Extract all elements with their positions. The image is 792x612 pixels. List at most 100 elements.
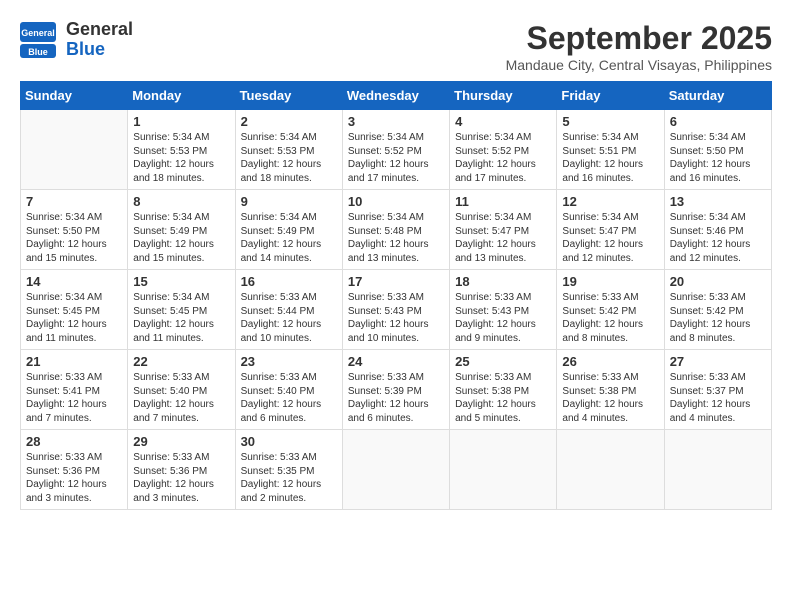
calendar-week-row: 28Sunrise: 5:33 AM Sunset: 5:36 PM Dayli… <box>21 430 772 510</box>
day-info: Sunrise: 5:34 AM Sunset: 5:48 PM Dayligh… <box>348 211 444 265</box>
calendar-cell: 19 Sunrise: 5:33 AM Sunset: 5:42 PM Dayli… <box>557 270 664 350</box>
day-info: Sunrise: 5:34 AM Sunset: 5:50 PM Dayligh… <box>670 131 766 185</box>
day-number: 23 <box>241 354 337 369</box>
calendar-cell <box>664 430 771 510</box>
calendar-week-row: 7 Sunrise: 5:34 AM Sunset: 5:50 PM Daylig… <box>21 190 772 270</box>
day-number: 5 <box>562 114 658 129</box>
calendar-cell <box>450 430 557 510</box>
day-number: 17 <box>348 274 444 289</box>
day-info: Sunrise: 5:33 AM Sunset: 5:40 PM Dayligh… <box>133 371 229 425</box>
day-number: 11 <box>455 194 551 209</box>
calendar-cell <box>21 110 128 190</box>
day-info: Sunrise: 5:33 AM Sunset: 5:43 PM Dayligh… <box>348 291 444 345</box>
weekday-header-thursday: Thursday <box>450 82 557 110</box>
day-number: 4 <box>455 114 551 129</box>
calendar-cell: 13 Sunrise: 5:34 AM Sunset: 5:46 PM Dayli… <box>664 190 771 270</box>
day-info: Sunrise: 5:34 AM Sunset: 5:50 PM Dayligh… <box>26 211 122 265</box>
weekday-header-tuesday: Tuesday <box>235 82 342 110</box>
calendar-cell: 20 Sunrise: 5:33 AM Sunset: 5:42 PM Dayli… <box>664 270 771 350</box>
calendar-cell: 23 Sunrise: 5:33 AM Sunset: 5:40 PM Dayli… <box>235 350 342 430</box>
day-number: 25 <box>455 354 551 369</box>
day-number: 12 <box>562 194 658 209</box>
day-info: Sunrise: 5:34 AM Sunset: 5:51 PM Dayligh… <box>562 131 658 185</box>
day-info: Sunrise: 5:34 AM Sunset: 5:49 PM Dayligh… <box>133 211 229 265</box>
day-info: Sunrise: 5:34 AM Sunset: 5:53 PM Dayligh… <box>241 131 337 185</box>
day-number: 2 <box>241 114 337 129</box>
logo-text: General Blue <box>66 20 133 60</box>
calendar-cell: 11 Sunrise: 5:34 AM Sunset: 5:47 PM Dayli… <box>450 190 557 270</box>
calendar-table: SundayMondayTuesdayWednesdayThursdayFrid… <box>20 81 772 510</box>
day-number: 9 <box>241 194 337 209</box>
calendar-cell: 4Sunrise: 5:34 AM Sunset: 5:52 PM Daylig… <box>450 110 557 190</box>
day-number: 27 <box>670 354 766 369</box>
day-info: Sunrise: 5:34 AM Sunset: 5:52 PM Dayligh… <box>348 131 444 185</box>
calendar-cell: 22 Sunrise: 5:33 AM Sunset: 5:40 PM Dayli… <box>128 350 235 430</box>
weekday-header-friday: Friday <box>557 82 664 110</box>
location-subtitle: Mandaue City, Central Visayas, Philippin… <box>506 57 772 73</box>
day-info: Sunrise: 5:33 AM Sunset: 5:37 PM Dayligh… <box>670 371 766 425</box>
day-info: Sunrise: 5:33 AM Sunset: 5:38 PM Dayligh… <box>455 371 551 425</box>
day-number: 20 <box>670 274 766 289</box>
calendar-cell <box>557 430 664 510</box>
day-info: Sunrise: 5:34 AM Sunset: 5:47 PM Dayligh… <box>562 211 658 265</box>
calendar-cell: 21 Sunrise: 5:33 AM Sunset: 5:41 PM Dayli… <box>21 350 128 430</box>
day-info: Sunrise: 5:33 AM Sunset: 5:41 PM Dayligh… <box>26 371 122 425</box>
weekday-header-saturday: Saturday <box>664 82 771 110</box>
calendar-week-row: 14 Sunrise: 5:34 AM Sunset: 5:45 PM Dayli… <box>21 270 772 350</box>
weekday-header-sunday: Sunday <box>21 82 128 110</box>
calendar-cell: 7 Sunrise: 5:34 AM Sunset: 5:50 PM Daylig… <box>21 190 128 270</box>
calendar-cell: 26 Sunrise: 5:33 AM Sunset: 5:38 PM Dayli… <box>557 350 664 430</box>
weekday-header-row: SundayMondayTuesdayWednesdayThursdayFrid… <box>21 82 772 110</box>
day-number: 18 <box>455 274 551 289</box>
day-info: Sunrise: 5:33 AM Sunset: 5:38 PM Dayligh… <box>562 371 658 425</box>
day-number: 3 <box>348 114 444 129</box>
calendar-cell: 29Sunrise: 5:33 AM Sunset: 5:36 PM Dayli… <box>128 430 235 510</box>
calendar-cell: 2 Sunrise: 5:34 AM Sunset: 5:53 PM Daylig… <box>235 110 342 190</box>
day-info: Sunrise: 5:34 AM Sunset: 5:45 PM Dayligh… <box>133 291 229 345</box>
day-info: Sunrise: 5:33 AM Sunset: 5:44 PM Dayligh… <box>241 291 337 345</box>
calendar-cell: 5 Sunrise: 5:34 AM Sunset: 5:51 PM Daylig… <box>557 110 664 190</box>
weekday-header-monday: Monday <box>128 82 235 110</box>
logo: General Blue General Blue <box>20 20 133 60</box>
calendar-cell: 12 Sunrise: 5:34 AM Sunset: 5:47 PM Dayli… <box>557 190 664 270</box>
calendar-cell: 6 Sunrise: 5:34 AM Sunset: 5:50 PM Daylig… <box>664 110 771 190</box>
day-number: 16 <box>241 274 337 289</box>
calendar-cell: 24Sunrise: 5:33 AM Sunset: 5:39 PM Dayli… <box>342 350 449 430</box>
svg-text:Blue: Blue <box>28 47 48 57</box>
day-number: 8 <box>133 194 229 209</box>
calendar-cell: 18Sunrise: 5:33 AM Sunset: 5:43 PM Dayli… <box>450 270 557 350</box>
day-info: Sunrise: 5:33 AM Sunset: 5:42 PM Dayligh… <box>670 291 766 345</box>
title-block: September 2025 Mandaue City, Central Vis… <box>506 20 772 73</box>
day-number: 22 <box>133 354 229 369</box>
calendar-cell: 15Sunrise: 5:34 AM Sunset: 5:45 PM Dayli… <box>128 270 235 350</box>
day-info: Sunrise: 5:34 AM Sunset: 5:53 PM Dayligh… <box>133 131 229 185</box>
day-number: 14 <box>26 274 122 289</box>
day-info: Sunrise: 5:34 AM Sunset: 5:49 PM Dayligh… <box>241 211 337 265</box>
day-number: 7 <box>26 194 122 209</box>
day-number: 26 <box>562 354 658 369</box>
day-info: Sunrise: 5:34 AM Sunset: 5:47 PM Dayligh… <box>455 211 551 265</box>
day-number: 21 <box>26 354 122 369</box>
calendar-week-row: 21 Sunrise: 5:33 AM Sunset: 5:41 PM Dayli… <box>21 350 772 430</box>
general-blue-icon: General Blue <box>20 22 56 58</box>
day-info: Sunrise: 5:34 AM Sunset: 5:46 PM Dayligh… <box>670 211 766 265</box>
calendar-cell: 14 Sunrise: 5:34 AM Sunset: 5:45 PM Dayli… <box>21 270 128 350</box>
calendar-week-row: 1Sunrise: 5:34 AM Sunset: 5:53 PM Daylig… <box>21 110 772 190</box>
day-info: Sunrise: 5:33 AM Sunset: 5:36 PM Dayligh… <box>26 451 122 505</box>
day-info: Sunrise: 5:33 AM Sunset: 5:40 PM Dayligh… <box>241 371 337 425</box>
day-number: 10 <box>348 194 444 209</box>
calendar-cell: 17 Sunrise: 5:33 AM Sunset: 5:43 PM Dayli… <box>342 270 449 350</box>
svg-text:General: General <box>21 28 55 38</box>
day-info: Sunrise: 5:33 AM Sunset: 5:35 PM Dayligh… <box>241 451 337 505</box>
day-info: Sunrise: 5:33 AM Sunset: 5:42 PM Dayligh… <box>562 291 658 345</box>
day-info: Sunrise: 5:33 AM Sunset: 5:39 PM Dayligh… <box>348 371 444 425</box>
calendar-cell: 1Sunrise: 5:34 AM Sunset: 5:53 PM Daylig… <box>128 110 235 190</box>
calendar-cell <box>342 430 449 510</box>
day-number: 19 <box>562 274 658 289</box>
day-number: 6 <box>670 114 766 129</box>
calendar-cell: 30Sunrise: 5:33 AM Sunset: 5:35 PM Dayli… <box>235 430 342 510</box>
day-info: Sunrise: 5:34 AM Sunset: 5:45 PM Dayligh… <box>26 291 122 345</box>
day-number: 29 <box>133 434 229 449</box>
calendar-cell: 16 Sunrise: 5:33 AM Sunset: 5:44 PM Dayli… <box>235 270 342 350</box>
day-number: 13 <box>670 194 766 209</box>
